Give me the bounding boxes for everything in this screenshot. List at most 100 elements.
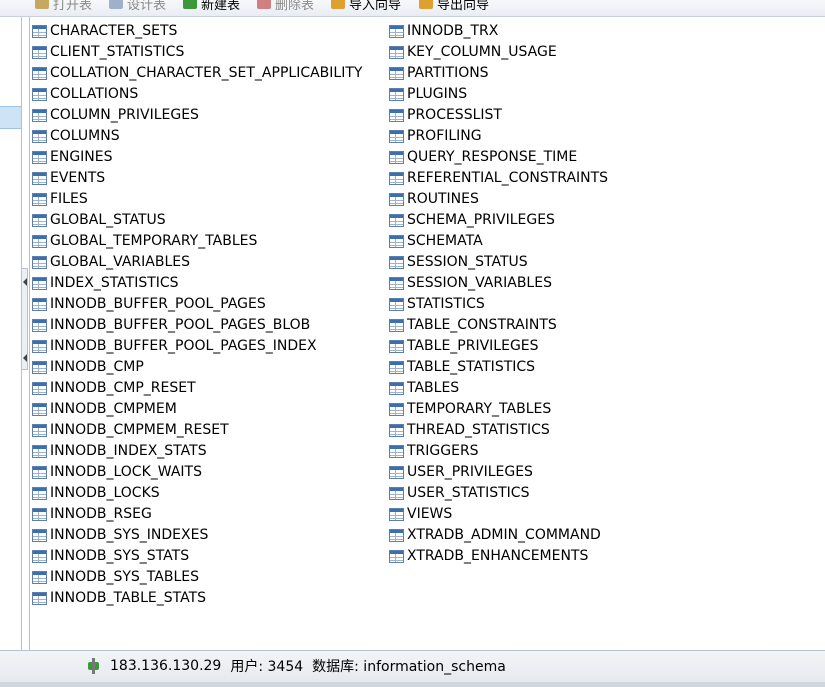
table-item-label: XTRADB_ENHANCEMENTS [407, 548, 589, 564]
table-item[interactable]: PROCESSLIST [389, 105, 608, 126]
table-item[interactable]: INNODB_TABLE_STATS [32, 588, 362, 609]
table-item[interactable]: CHARACTER_SETS [32, 21, 362, 42]
open-table-button[interactable]: 打开表 [35, 0, 92, 13]
table-item-label: EVENTS [50, 170, 106, 186]
table-icon [32, 550, 47, 563]
table-item[interactable]: SCHEMATA [389, 231, 608, 252]
table-icon [32, 67, 47, 80]
table-item[interactable]: INNODB_INDEX_STATS [32, 441, 362, 462]
table-item[interactable]: PARTITIONS [389, 63, 608, 84]
table-item[interactable]: EVENTS [32, 168, 362, 189]
table-item[interactable]: THREAD_STATISTICS [389, 420, 608, 441]
design-table-button[interactable]: 设计表 [109, 0, 166, 13]
table-item[interactable]: COLUMNS [32, 126, 362, 147]
table-item-label: INNODB_CMPMEM_RESET [50, 422, 229, 438]
table-icon [389, 172, 404, 185]
table-item-label: INNODB_RSEG [50, 506, 152, 522]
table-item-label: INNODB_INDEX_STATS [50, 443, 207, 459]
table-item[interactable]: SESSION_VARIABLES [389, 273, 608, 294]
table-item[interactable]: VIEWS [389, 504, 608, 525]
table-item[interactable]: GLOBAL_TEMPORARY_TABLES [32, 231, 362, 252]
table-item[interactable]: PROFILING [389, 126, 608, 147]
table-item[interactable]: INNODB_SYS_TABLES [32, 567, 362, 588]
table-icon [389, 424, 404, 437]
sidebar-splitter[interactable] [21, 268, 28, 370]
table-icon [32, 466, 47, 479]
table-item[interactable]: USER_STATISTICS [389, 483, 608, 504]
table-item[interactable]: QUERY_RESPONSE_TIME [389, 147, 608, 168]
table-item-label: TRIGGERS [407, 443, 479, 459]
collapse-left-icon[interactable] [23, 278, 27, 286]
table-item[interactable]: XTRADB_ADMIN_COMMAND [389, 525, 608, 546]
table-icon [389, 235, 404, 248]
table-item[interactable]: INNODB_CMP_RESET [32, 378, 362, 399]
table-item[interactable]: CLIENT_STATISTICS [32, 42, 362, 63]
table-item[interactable]: INNODB_RSEG [32, 504, 362, 525]
table-item[interactable]: REFERENTIAL_CONSTRAINTS [389, 168, 608, 189]
table-item[interactable]: GLOBAL_STATUS [32, 210, 362, 231]
table-icon [389, 445, 404, 458]
table-item[interactable]: INNODB_BUFFER_POOL_PAGES_BLOB [32, 315, 362, 336]
table-icon [32, 25, 47, 38]
table-item[interactable]: INNODB_CMP [32, 357, 362, 378]
table-item[interactable]: TABLE_STATISTICS [389, 357, 608, 378]
table-item[interactable]: TABLE_PRIVILEGES [389, 336, 608, 357]
collapse-left-icon[interactable] [23, 354, 27, 362]
table-item[interactable]: ENGINES [32, 147, 362, 168]
table-item-label: ENGINES [50, 149, 113, 165]
export-wizard-button[interactable]: 导出向导 [419, 0, 489, 13]
table-item[interactable]: INNODB_SYS_INDEXES [32, 525, 362, 546]
status-database: 数据库: information_schema [312, 659, 506, 675]
table-item[interactable]: INNODB_CMPMEM_RESET [32, 420, 362, 441]
table-item-label: KEY_COLUMN_USAGE [407, 44, 557, 60]
table-icon [389, 277, 404, 290]
table-icon [389, 88, 404, 101]
table-item[interactable]: XTRADB_ENHANCEMENTS [389, 546, 608, 567]
table-item[interactable]: INNODB_CMPMEM [32, 399, 362, 420]
table-icon [32, 424, 47, 437]
table-item[interactable]: TEMPORARY_TABLES [389, 399, 608, 420]
table-item[interactable]: COLLATION_CHARACTER_SET_APPLICABILITY [32, 63, 362, 84]
table-item[interactable]: INNODB_BUFFER_POOL_PAGES [32, 294, 362, 315]
table-item[interactable]: INNODB_LOCKS [32, 483, 362, 504]
table-item[interactable]: SCHEMA_PRIVILEGES [389, 210, 608, 231]
table-item-label: THREAD_STATISTICS [407, 422, 550, 438]
table-item[interactable]: INNODB_SYS_STATS [32, 546, 362, 567]
table-item-label: TABLE_CONSTRAINTS [407, 317, 557, 333]
table-item-label: SCHEMA_PRIVILEGES [407, 212, 555, 228]
table-item-label: STATISTICS [407, 296, 485, 312]
table-item[interactable]: STATISTICS [389, 294, 608, 315]
table-item[interactable]: INNODB_TRX [389, 21, 608, 42]
table-icon [389, 466, 404, 479]
table-item[interactable]: FILES [32, 189, 362, 210]
table-item[interactable]: TABLES [389, 378, 608, 399]
table-item[interactable]: COLLATIONS [32, 84, 362, 105]
table-item[interactable]: GLOBAL_VARIABLES [32, 252, 362, 273]
delete-table-button[interactable]: 删除表 [257, 0, 314, 13]
table-item-label: INNODB_BUFFER_POOL_PAGES [50, 296, 266, 312]
table-icon [32, 193, 47, 206]
table-item[interactable]: USER_PRIVILEGES [389, 462, 608, 483]
table-item[interactable]: INNODB_BUFFER_POOL_PAGES_INDEX [32, 336, 362, 357]
table-item[interactable]: INDEX_STATISTICS [32, 273, 362, 294]
table-item-label: USER_PRIVILEGES [407, 464, 533, 480]
table-icon [32, 277, 47, 290]
table-item[interactable]: PLUGINS [389, 84, 608, 105]
table-item[interactable]: INNODB_LOCK_WAITS [32, 462, 362, 483]
table-icon [32, 382, 47, 395]
delete-table-icon [257, 0, 271, 9]
table-item[interactable]: TABLE_CONSTRAINTS [389, 315, 608, 336]
table-item[interactable]: SESSION_STATUS [389, 252, 608, 273]
table-item[interactable]: ROUTINES [389, 189, 608, 210]
import-wizard-button[interactable]: 导入向导 [331, 0, 401, 13]
table-item[interactable]: TRIGGERS [389, 441, 608, 462]
table-item-label: TEMPORARY_TABLES [407, 401, 552, 417]
table-item[interactable]: COLUMN_PRIVILEGES [32, 105, 362, 126]
sidebar-selected-item[interactable] [0, 106, 21, 129]
table-icon [32, 361, 47, 374]
table-item-label: INNODB_SYS_INDEXES [50, 527, 209, 543]
table-list-view[interactable]: CHARACTER_SETS CLIENT_STATISTICS COLLATION… [29, 17, 825, 650]
new-table-button[interactable]: 新建表 [183, 0, 240, 13]
table-item[interactable]: KEY_COLUMN_USAGE [389, 42, 608, 63]
navigation-sidebar[interactable] [0, 17, 22, 650]
